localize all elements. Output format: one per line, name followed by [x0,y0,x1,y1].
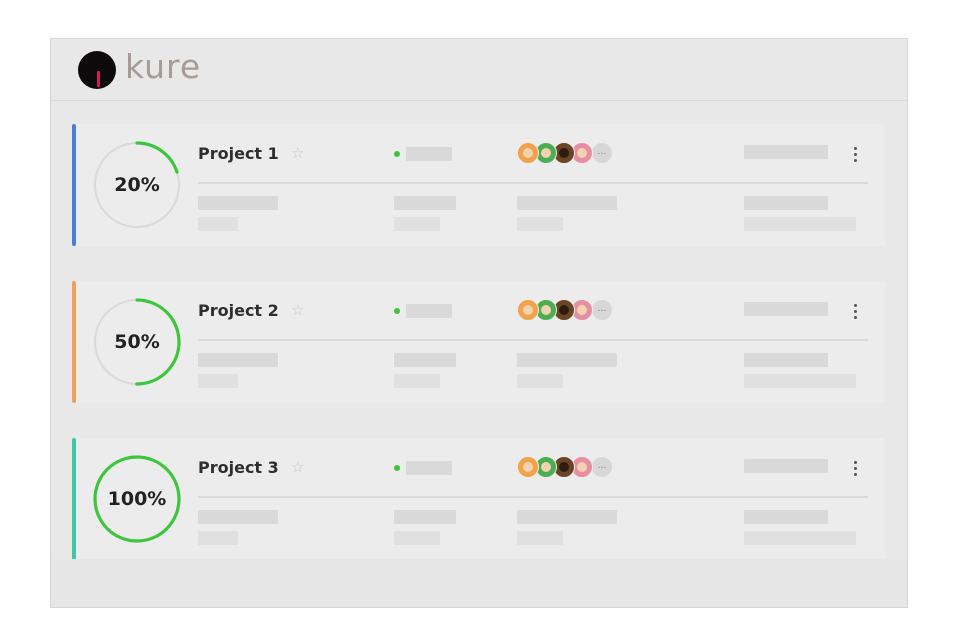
more-options-icon[interactable] [850,458,862,480]
avatar-face [559,462,569,472]
progress-ring: 50% [92,297,182,387]
kebab-dot [854,304,857,307]
detail-placeholder [198,510,278,524]
detail-placeholder [394,353,456,367]
detail-placeholder [517,353,617,367]
detail-placeholder [517,374,563,388]
project-title[interactable]: Project 2 [198,301,279,321]
kebab-dot [854,473,857,476]
detail-placeholder [744,531,856,545]
avatar-face [541,305,551,315]
project-card[interactable]: 20% Project 1 ☆ … [72,124,885,246]
more-members-icon[interactable]: … [591,142,613,164]
detail-placeholder [198,196,278,210]
detail-placeholder [744,374,856,388]
date-placeholder [744,145,828,159]
member-avatars[interactable]: … [517,142,627,164]
detail-placeholder [517,510,617,524]
kebab-dot [854,153,857,156]
card-divider [198,496,868,498]
avatar-face [541,462,551,472]
avatar[interactable] [517,299,539,321]
kebab-dot [854,159,857,162]
date-placeholder [744,302,828,316]
detail-placeholder [394,217,440,231]
status-placeholder [406,147,452,161]
project-title[interactable]: Project 3 [198,458,279,478]
project-accent-bar [72,124,76,246]
avatar-face [541,148,551,158]
detail-placeholder [744,217,856,231]
project-title[interactable]: Project 1 [198,144,279,164]
more-options-icon[interactable] [850,301,862,323]
favorite-star-icon[interactable]: ☆ [291,457,304,477]
kebab-dot [854,310,857,313]
member-avatars[interactable]: … [517,299,627,321]
more-members-icon[interactable]: … [591,299,613,321]
detail-placeholder [517,196,617,210]
member-avatars[interactable]: … [517,456,627,478]
avatar-face [577,148,587,158]
detail-placeholder [744,353,828,367]
status-dot-icon [394,308,400,314]
card-divider [198,339,868,341]
progress-percent: 50% [114,331,160,353]
more-members-icon[interactable]: … [591,456,613,478]
progress-percent: 100% [107,488,167,510]
favorite-star-icon[interactable]: ☆ [291,143,304,163]
project-accent-bar [72,281,76,403]
avatar-face [559,305,569,315]
more-options-icon[interactable] [850,144,862,166]
detail-placeholder [394,531,440,545]
avatar-face [523,462,533,472]
kebab-dot [854,461,857,464]
avatar-face [577,462,587,472]
list-footer-space [51,559,907,607]
detail-placeholder [198,217,238,231]
progress-ring: 20% [92,140,182,230]
brand-name: kure [125,47,202,86]
top-bar: kure [51,39,907,101]
detail-placeholder [394,196,456,210]
kebab-dot [854,316,857,319]
detail-placeholder [517,217,563,231]
kebab-dot [854,467,857,470]
favorite-star-icon[interactable]: ☆ [291,300,304,320]
status-placeholder [406,461,452,475]
progress-ring: 100% [92,454,182,544]
status-dot-icon [394,465,400,471]
project-card[interactable]: 100% Project 3 ☆ … [72,438,885,560]
project-accent-bar [72,438,76,560]
detail-placeholder [517,531,563,545]
avatar-face [559,148,569,158]
project-card[interactable]: 50% Project 2 ☆ … [72,281,885,403]
date-placeholder [744,459,828,473]
kebab-dot [854,147,857,150]
app-window: kure 20% Project 1 ☆ … 50% Project 2 ☆ … 100% Pro… [50,38,908,608]
avatar-face [523,305,533,315]
brand-logo-icon [78,51,116,89]
avatar[interactable] [517,456,539,478]
status-placeholder [406,304,452,318]
card-divider [198,182,868,184]
detail-placeholder [744,510,828,524]
avatar-face [523,148,533,158]
detail-placeholder [198,353,278,367]
progress-percent: 20% [114,174,160,196]
avatar[interactable] [517,142,539,164]
detail-placeholder [198,374,238,388]
avatar-face [577,305,587,315]
detail-placeholder [198,531,238,545]
status-dot-icon [394,151,400,157]
detail-placeholder [744,196,828,210]
detail-placeholder [394,374,440,388]
logo-stem [97,71,100,87]
detail-placeholder [394,510,456,524]
